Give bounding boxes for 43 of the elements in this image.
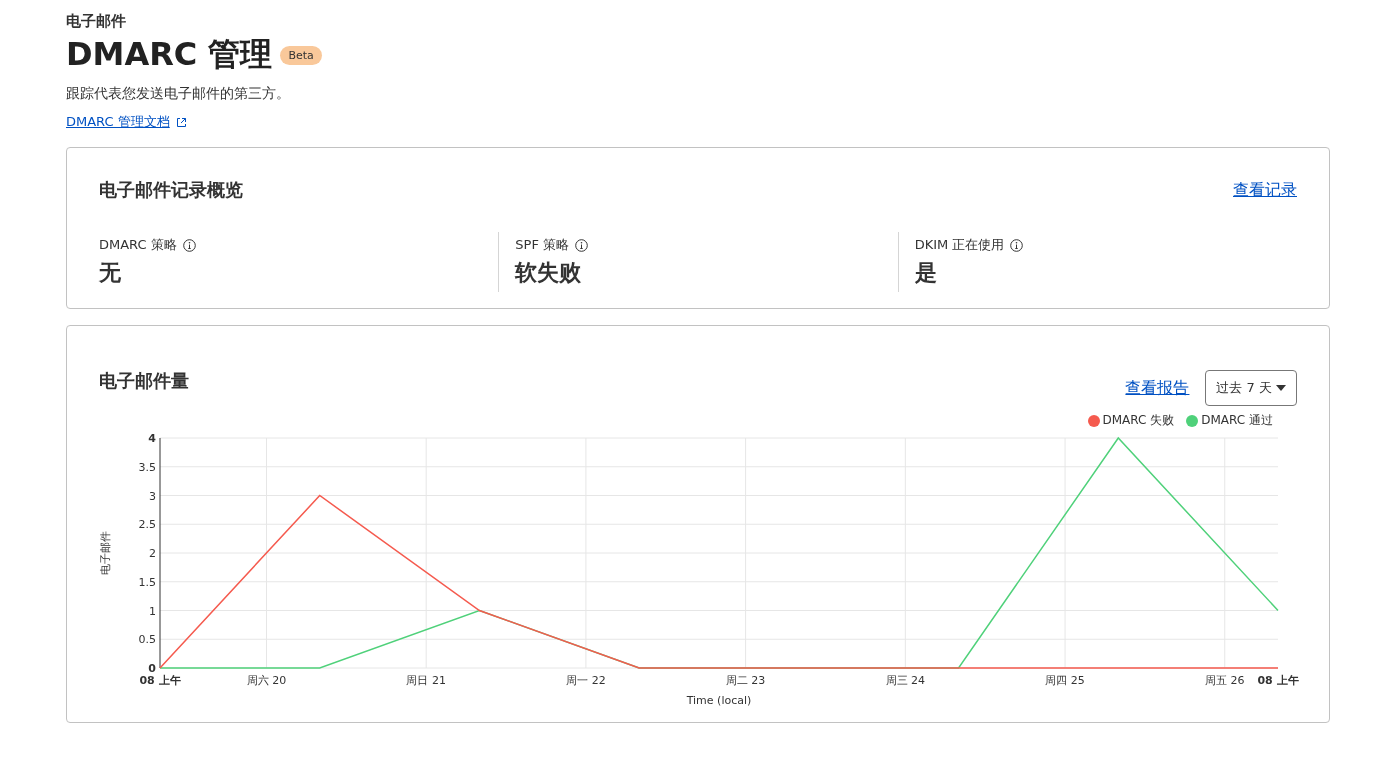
breadcrumb: 电子邮件 — [66, 12, 127, 31]
x-axis-label: Time (local) — [686, 694, 752, 707]
docs-link[interactable]: DMARC 管理文档 — [66, 113, 187, 131]
y-tick-label: 2.5 — [138, 518, 156, 532]
x-tick-label: 周五 26 — [1205, 674, 1245, 687]
card-title: 电子邮件记录概览 — [99, 178, 243, 202]
page-description: 跟踪代表您发送电子邮件的第三方。 — [66, 85, 291, 103]
page-title: DMARC 管理 — [66, 34, 273, 75]
y-axis-label: 电子邮件 — [99, 531, 112, 575]
legend-label[interactable]: DMARC 通过 — [1201, 412, 1273, 429]
x-tick-label: 周三 24 — [885, 674, 926, 687]
y-tick-label: 3 — [149, 489, 156, 503]
view-records-link[interactable]: 查看记录 — [1233, 179, 1297, 201]
legend-label[interactable]: DMARC 失败 — [1102, 412, 1175, 429]
stat-value: 无 — [99, 259, 122, 287]
beta-badge: Beta — [280, 45, 322, 65]
y-tick-label: 0.5 — [138, 633, 156, 647]
stat-label: DMARC 策略 — [99, 236, 177, 254]
x-tick-label: 周四 25 — [1045, 674, 1085, 687]
caret-icon — [1276, 385, 1286, 391]
y-tick-label: 1.5 — [138, 575, 156, 589]
x-tick-label: 周日 21 — [406, 674, 446, 687]
y-tick-label: 1 — [149, 604, 156, 618]
stat-label: DKIM 正在使用 — [914, 236, 1005, 254]
stat-label: SPF 策略 — [515, 236, 570, 254]
y-tick-label: 2 — [149, 547, 156, 560]
info-icon[interactable] — [1010, 238, 1024, 252]
external-link-icon — [175, 116, 187, 128]
x-tick-label: 周二 23 — [725, 674, 766, 687]
y-tick-label: 4 — [148, 432, 156, 445]
x-category-label: 08 上午 — [1257, 674, 1299, 687]
y-tick-label: 3.5 — [138, 460, 156, 474]
card-title: 电子邮件量 — [99, 369, 189, 393]
stat-value: 是 — [914, 259, 938, 287]
x-tick-label: 周一 22 — [566, 674, 606, 687]
info-icon[interactable] — [575, 238, 589, 252]
range-dropdown[interactable]: 过去 7 天 — [1205, 370, 1297, 406]
x-category-label: 08 上午 — [139, 674, 181, 687]
y-tick-label: 0 — [148, 662, 156, 675]
stat-value: 软失败 — [515, 259, 583, 287]
view-report-link[interactable]: 查看报告 — [1125, 377, 1190, 399]
x-tick-label: 周六 20 — [246, 674, 287, 687]
info-icon[interactable] — [182, 238, 196, 252]
